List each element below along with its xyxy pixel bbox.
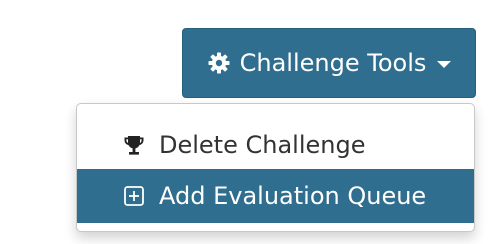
menu-item-delete-challenge[interactable]: Delete Challenge xyxy=(77,118,474,172)
challenge-tools-button[interactable]: Challenge Tools xyxy=(182,28,476,98)
menu-item-label: Add Evaluation Queue xyxy=(159,182,427,210)
menu-item-label: Delete Challenge xyxy=(159,131,366,159)
challenge-tools-dropdown-menu: Delete Challenge Add Evaluation Queue xyxy=(76,103,475,232)
caret-down-icon xyxy=(437,61,452,68)
plus-square-icon xyxy=(121,183,147,209)
page: Challenge Tools Delete Challenge Add Eva… xyxy=(0,0,490,244)
trophy-icon xyxy=(121,132,147,158)
menu-item-add-evaluation-queue[interactable]: Add Evaluation Queue xyxy=(77,169,474,223)
gear-icon xyxy=(207,51,231,75)
challenge-tools-label: Challenge Tools xyxy=(239,49,427,77)
